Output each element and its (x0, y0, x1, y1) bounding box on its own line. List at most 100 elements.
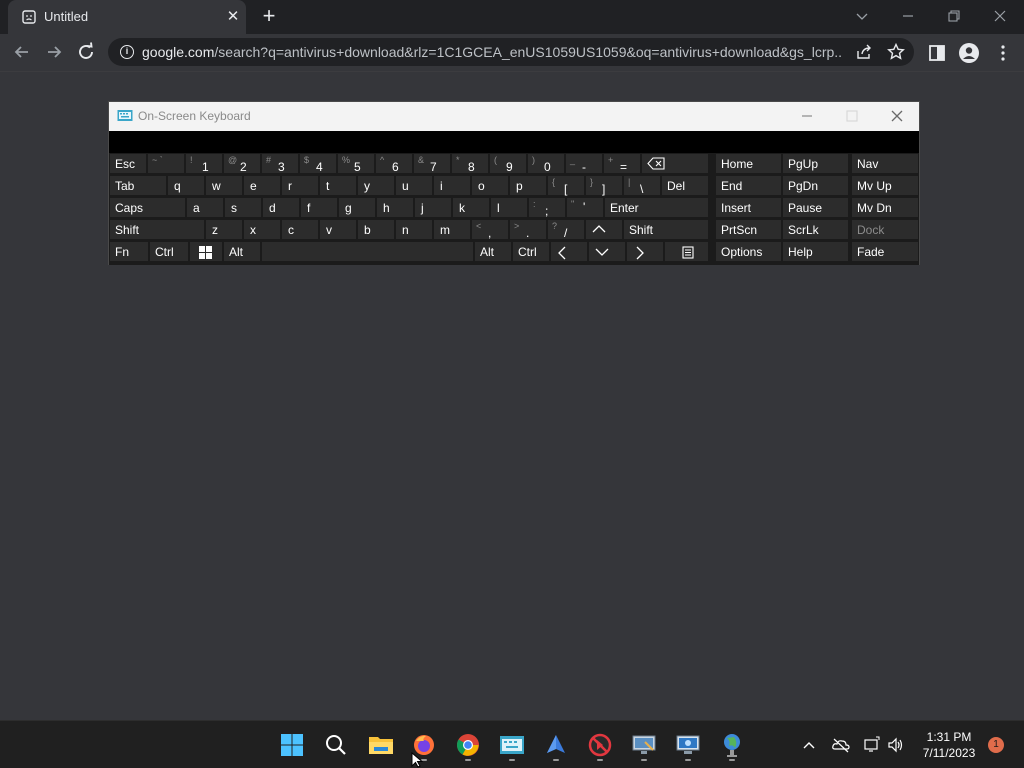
key-space[interactable] (261, 241, 474, 262)
key-x[interactable]: x (243, 219, 281, 240)
onedrive-offline-icon[interactable] (831, 735, 851, 755)
osk-close-icon[interactable] (887, 106, 907, 126)
back-icon[interactable] (10, 40, 34, 64)
key-alt-left[interactable]: Alt (223, 241, 261, 262)
key-p[interactable]: p (509, 175, 547, 196)
key-k[interactable]: k (452, 197, 490, 218)
key-equals[interactable]: + = (603, 153, 641, 174)
site-info-icon[interactable]: i (120, 45, 134, 59)
key-period[interactable]: >. (509, 219, 547, 240)
key-ctrl-left[interactable]: Ctrl (149, 241, 189, 262)
key-o[interactable]: o (471, 175, 509, 196)
start-button[interactable] (276, 729, 308, 761)
key-semicolon[interactable]: :; (528, 197, 566, 218)
key-del[interactable]: Del (661, 175, 709, 196)
key-end[interactable]: End (715, 175, 782, 196)
key-v[interactable]: v (319, 219, 357, 240)
key-comma[interactable]: <, (471, 219, 509, 240)
key-slash[interactable]: ? / (547, 219, 585, 240)
key-arrow-left[interactable] (550, 241, 588, 262)
key-pause[interactable]: Pause (782, 197, 849, 218)
key-g[interactable]: g (338, 197, 376, 218)
taskbar-app-blocked[interactable] (584, 729, 616, 761)
key-home[interactable]: Home (715, 153, 782, 174)
key-nav[interactable]: Nav (851, 153, 919, 174)
key-0[interactable]: ) 0 (527, 153, 565, 174)
taskbar-chrome[interactable] (452, 729, 484, 761)
side-panel-icon[interactable] (926, 42, 948, 64)
key-s[interactable]: s (224, 197, 262, 218)
key-help[interactable]: Help (782, 241, 849, 262)
key-l[interactable]: l (490, 197, 528, 218)
key-esc[interactable]: Esc (109, 153, 147, 174)
key-1[interactable]: ! 1 (185, 153, 223, 174)
key-minus[interactable]: _ - (565, 153, 603, 174)
reload-icon[interactable] (74, 40, 98, 64)
key-backspace[interactable] (641, 153, 709, 174)
taskbar-app-globe[interactable] (716, 729, 748, 761)
profile-avatar-icon[interactable] (958, 42, 980, 64)
key-h[interactable]: h (376, 197, 414, 218)
share-icon[interactable] (854, 42, 874, 62)
key-u[interactable]: u (395, 175, 433, 196)
key-r[interactable]: r (281, 175, 319, 196)
key-shift-left[interactable]: Shift (109, 219, 205, 240)
network-icon[interactable] (862, 735, 882, 755)
key-t[interactable]: t (319, 175, 357, 196)
key-9[interactable]: (9 (489, 153, 527, 174)
address-bar[interactable]: i google.com/search?q=antivirus+download… (108, 38, 914, 66)
key-7[interactable]: & 7 (413, 153, 451, 174)
key-options[interactable]: Options (715, 241, 782, 262)
key-alt-right[interactable]: Alt (474, 241, 512, 262)
key-tab[interactable]: Tab (109, 175, 167, 196)
key-backslash[interactable]: | \ (623, 175, 661, 196)
key-e[interactable]: e (243, 175, 281, 196)
key-mv-dn[interactable]: Mv Dn (851, 197, 919, 218)
key-insert[interactable]: Insert (715, 197, 782, 218)
osk-titlebar[interactable]: On-Screen Keyboard (109, 102, 919, 131)
key-f[interactable]: f (300, 197, 338, 218)
key-mv-up[interactable]: Mv Up (851, 175, 919, 196)
key-left-bracket[interactable]: {[ (547, 175, 585, 196)
key-w[interactable]: w (205, 175, 243, 196)
key-j[interactable]: j (414, 197, 452, 218)
taskbar-search-button[interactable] (320, 729, 352, 761)
key-windows[interactable] (189, 241, 223, 262)
key-c[interactable]: c (281, 219, 319, 240)
key-arrow-right[interactable] (626, 241, 664, 262)
key-3[interactable]: #3 (261, 153, 299, 174)
taskbar-app-bird[interactable] (540, 729, 572, 761)
taskbar-on-screen-keyboard[interactable] (496, 729, 528, 761)
key-2[interactable]: @2 (223, 153, 261, 174)
key-arrow-down[interactable] (588, 241, 626, 262)
key-fn[interactable]: Fn (109, 241, 149, 262)
key-quote[interactable]: " ' (566, 197, 604, 218)
new-tab-button[interactable]: + (258, 5, 280, 28)
key-m[interactable]: m (433, 219, 471, 240)
key-n[interactable]: n (395, 219, 433, 240)
key-8[interactable]: * 8 (451, 153, 489, 174)
key-q[interactable]: q (167, 175, 205, 196)
bookmark-star-icon[interactable] (886, 42, 906, 62)
key-4[interactable]: $4 (299, 153, 337, 174)
close-window-icon[interactable] (990, 6, 1010, 26)
tab-search-icon[interactable] (852, 6, 872, 26)
close-tab-icon[interactable]: ✕ (224, 8, 242, 26)
key-i[interactable]: i (433, 175, 471, 196)
system-clock[interactable]: 1:31 PM 7/11/2023 (916, 729, 982, 761)
key-d[interactable]: d (262, 197, 300, 218)
browser-tab[interactable]: Untitled ✕ (8, 0, 246, 34)
key-b[interactable]: b (357, 219, 395, 240)
forward-icon[interactable] (42, 40, 66, 64)
menu-kebab-icon[interactable] (992, 42, 1014, 64)
key-prtscn[interactable]: PrtScn (715, 219, 782, 240)
key-y[interactable]: y (357, 175, 395, 196)
key-ctrl-right[interactable]: Ctrl (512, 241, 550, 262)
key-a[interactable]: a (186, 197, 224, 218)
key-context-menu[interactable] (664, 241, 709, 262)
key-6[interactable]: ^ 6 (375, 153, 413, 174)
url-text[interactable]: google.com/search?q=antivirus+download&r… (142, 44, 842, 60)
key-shift-right[interactable]: Shift (623, 219, 709, 240)
key-5[interactable]: % 5 (337, 153, 375, 174)
taskbar-app-remote-desktop[interactable] (672, 729, 704, 761)
